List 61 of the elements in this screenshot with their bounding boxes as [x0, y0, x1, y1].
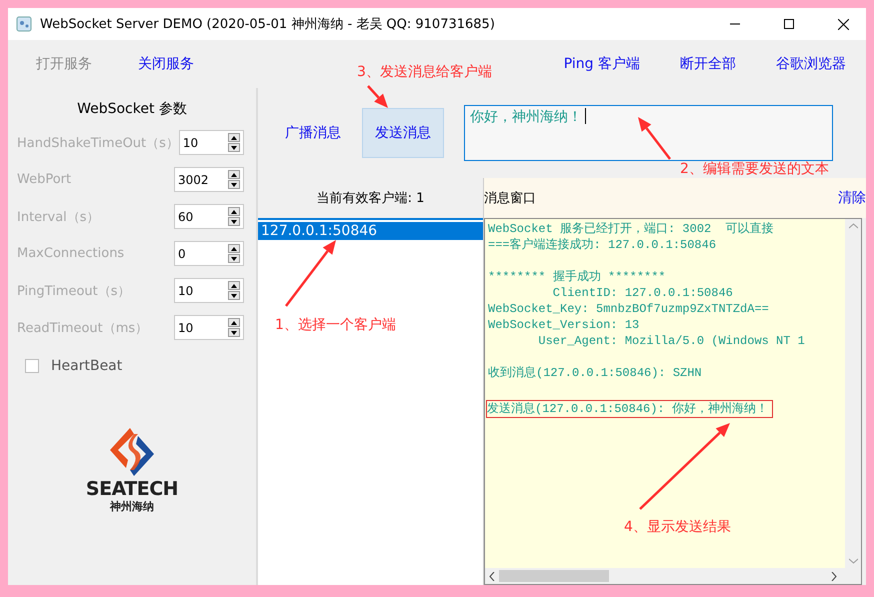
- spin-down-icon[interactable]: [228, 328, 240, 337]
- annotation-note: 3、发送消息给客户端: [357, 63, 492, 81]
- number-spinner[interactable]: 10: [178, 130, 244, 155]
- spin-up-icon[interactable]: [228, 244, 240, 253]
- scroll-right-icon[interactable]: [831, 572, 837, 580]
- checkbox[interactable]: [25, 359, 39, 373]
- spin-up-icon[interactable]: [228, 281, 240, 290]
- log-line: WebSocket 服务已经打开，端口: 3002 可以直接: [488, 221, 775, 237]
- toolbar-link[interactable]: Ping 客户端: [564, 55, 640, 73]
- spin-up-icon[interactable]: [228, 207, 240, 216]
- logo-wordmark: SEATECH: [86, 480, 178, 499]
- annotation-arrow: [638, 117, 671, 160]
- number-spinner[interactable]: 0: [174, 241, 244, 266]
- field-label: MaxConnections: [17, 246, 126, 261]
- annotation-note: 1、选择一个客户端: [275, 316, 396, 334]
- log-line: ClientID: 127.0.0.1:50846: [552, 285, 734, 301]
- annotation-note: 2、编辑需要发送的文本: [680, 160, 829, 178]
- log-line: User_Agent: Mozilla/5.0 (Windows NT 1: [537, 333, 806, 349]
- clients-header: 当前有效客户端: 1: [316, 190, 424, 207]
- number-spinner[interactable]: 10: [174, 278, 244, 303]
- field-label: Interval（s）: [17, 208, 101, 226]
- horizontal-scrollbar[interactable]: [485, 568, 861, 584]
- clear-link[interactable]: 清除: [838, 189, 866, 207]
- field-label: ReadTimeout（ms）: [17, 320, 150, 336]
- log-line: ===客户端连接成功: 127.0.0.1:50846: [488, 237, 718, 253]
- number-spinner[interactable]: 3002: [174, 167, 244, 192]
- toolbar-link[interactable]: 谷歌浏览器: [776, 55, 846, 73]
- field-label: HandShakeTimeOut（s）: [17, 134, 179, 152]
- log-line: WebSocket_Key: 5mnbzBOf7uzmp9ZxTNTZdA==: [488, 301, 770, 317]
- toolbar-link[interactable]: 断开全部: [680, 55, 736, 73]
- window-title: WebSocket Server DEMO (2020-05-01 神州海纳 - 老吴 QQ: 910731685): [40, 16, 496, 33]
- field-label: WebPort: [17, 172, 72, 187]
- log-line: ******** 握手成功 ********: [488, 269, 667, 285]
- messages-header: 消息窗口: [484, 190, 536, 207]
- logo-subtitle: 神州海纳: [110, 499, 154, 514]
- number-spinner[interactable]: 10: [174, 315, 244, 340]
- app-icon: [16, 16, 32, 32]
- spin-up-icon[interactable]: [228, 318, 240, 327]
- panel-title: WebSocket 参数: [76, 100, 188, 118]
- action-button[interactable]: 广播消息: [272, 108, 354, 158]
- toolbar-link[interactable]: 关闭服务: [138, 55, 194, 73]
- action-button[interactable]: 发送消息: [362, 108, 444, 158]
- spin-down-icon[interactable]: [228, 180, 240, 189]
- spin-down-icon[interactable]: [228, 143, 240, 152]
- spin-up-icon[interactable]: [228, 170, 240, 179]
- annotation-arrow: [285, 240, 336, 307]
- spin-up-icon[interactable]: [228, 133, 240, 142]
- spin-down-icon[interactable]: [228, 254, 240, 263]
- log-line: 收到消息(127.0.0.1:50846): SZHN: [488, 365, 703, 381]
- maximize-icon: [784, 19, 794, 29]
- annotation-arrow: [367, 85, 388, 108]
- close-icon: [838, 18, 848, 30]
- client-item[interactable]: 127.0.0.1:50846: [258, 222, 483, 240]
- field-label: PingTimeout（s）: [17, 282, 132, 300]
- number-spinner[interactable]: 60: [174, 204, 244, 229]
- spin-down-icon[interactable]: [228, 291, 240, 300]
- log-line: WebSocket_Version: 13: [488, 317, 640, 333]
- checkbox-label: HeartBeat: [51, 358, 122, 374]
- spin-down-icon[interactable]: [228, 217, 240, 226]
- scroll-left-icon[interactable]: [489, 572, 495, 580]
- annotation-note: 4、显示发送结果: [624, 518, 731, 536]
